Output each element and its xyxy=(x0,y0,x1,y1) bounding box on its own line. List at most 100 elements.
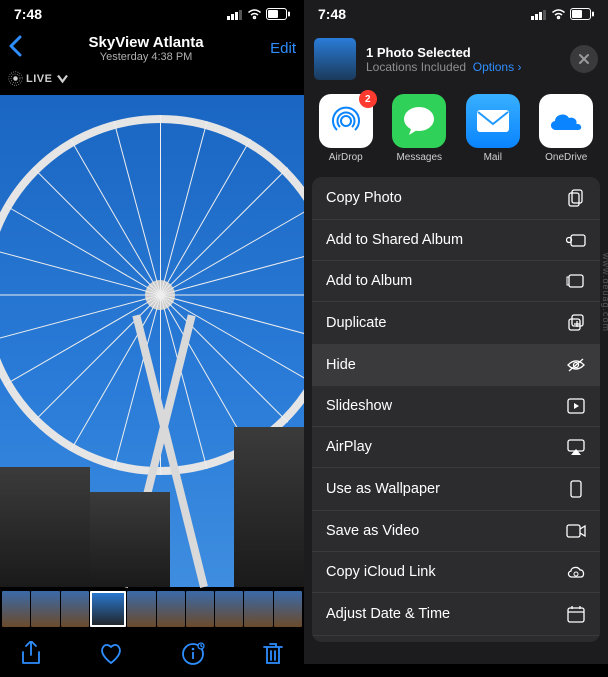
photo-viewer[interactable] xyxy=(0,95,304,587)
action-airplay[interactable]: AirPlay xyxy=(312,427,600,468)
mail-icon xyxy=(475,108,511,134)
back-button[interactable] xyxy=(8,35,22,62)
thumbnail[interactable] xyxy=(127,591,155,627)
share-actions-list[interactable]: Copy Photo Add to Shared Album Add to Albu… xyxy=(312,177,600,642)
live-icon xyxy=(8,71,23,86)
messages-icon xyxy=(401,105,437,137)
hide-icon xyxy=(566,358,586,372)
date-subtitle: Yesterday 4:38 PM xyxy=(22,51,270,63)
action-shared-album[interactable]: Add to Shared Album xyxy=(312,220,600,261)
share-icon xyxy=(20,641,42,667)
date-time-icon xyxy=(566,605,586,623)
info-icon xyxy=(181,642,205,666)
status-indicators xyxy=(531,8,594,20)
thumbnail[interactable] xyxy=(244,591,272,627)
photos-detail-screen: 7:48 SkyView Atlanta Yesterday 4:38 PM E… xyxy=(0,0,304,664)
share-apps-row[interactable]: 2 AirDrop Messages Mail OneDrive xyxy=(304,88,608,167)
wifi-icon xyxy=(247,9,262,20)
duplicate-icon xyxy=(566,314,586,332)
options-button[interactable]: Options › xyxy=(473,60,522,74)
signal-icon xyxy=(227,9,243,20)
action-album[interactable]: Add to Album xyxy=(312,261,600,302)
thumbnail[interactable] xyxy=(31,591,59,627)
live-label: LIVE xyxy=(26,73,52,85)
share-button[interactable] xyxy=(20,641,42,667)
action-hide[interactable]: Hide xyxy=(312,345,600,386)
action-label: Add to Album xyxy=(326,273,412,289)
icloud-link-icon xyxy=(566,565,586,579)
selected-photo-thumbnail[interactable] xyxy=(314,38,356,80)
thumbnail[interactable] xyxy=(186,591,214,627)
airplay-icon xyxy=(566,439,586,455)
close-button[interactable] xyxy=(570,45,598,73)
edit-button[interactable]: Edit xyxy=(270,40,296,57)
copy-icon xyxy=(566,189,586,207)
heart-icon xyxy=(99,643,123,665)
status-indicators xyxy=(227,8,290,20)
action-copy[interactable]: Copy Photo xyxy=(312,177,600,220)
status-time: 7:48 xyxy=(318,6,346,22)
app-messages[interactable]: Messages xyxy=(390,94,450,163)
header-title: SkyView Atlanta Yesterday 4:38 PM xyxy=(22,34,270,63)
chevron-down-icon xyxy=(55,71,70,86)
photo-filmstrip[interactable] xyxy=(0,587,304,631)
locations-included-label: Locations Included xyxy=(366,60,466,74)
thumbnail[interactable] xyxy=(274,591,302,627)
battery-icon xyxy=(570,8,594,20)
status-bar: 7:48 xyxy=(0,0,304,28)
action-label: Slideshow xyxy=(326,398,392,414)
album-icon xyxy=(566,273,586,289)
action-icloud-link[interactable]: Copy iCloud Link xyxy=(312,552,600,593)
action-duplicate[interactable]: Duplicate xyxy=(312,302,600,345)
airdrop-badge: 2 xyxy=(359,90,377,108)
app-label: OneDrive xyxy=(537,152,597,163)
onedrive-icon xyxy=(546,108,586,134)
watermark: www.deuag.com xyxy=(601,253,608,332)
share-sheet-screen: 7:48 1 Photo Selected Locations Included… xyxy=(304,0,608,664)
action-label: Copy iCloud Link xyxy=(326,564,436,580)
action-location[interactable]: Adjust Location xyxy=(312,636,600,642)
video-icon xyxy=(566,524,586,538)
app-label: Messages xyxy=(390,152,450,163)
action-label: Save as Video xyxy=(326,523,419,539)
chevron-right-icon: › xyxy=(517,60,521,74)
app-onedrive[interactable]: OneDrive xyxy=(537,94,597,163)
thumbnail[interactable] xyxy=(2,591,30,627)
favorite-button[interactable] xyxy=(99,643,123,665)
app-mail[interactable]: Mail xyxy=(463,94,523,163)
info-button[interactable] xyxy=(181,642,205,666)
airdrop-icon xyxy=(328,103,364,139)
share-header-info: 1 Photo Selected Locations Included Opti… xyxy=(366,45,560,74)
action-video[interactable]: Save as Video xyxy=(312,511,600,552)
signal-icon xyxy=(531,9,547,20)
action-label: Use as Wallpaper xyxy=(326,481,440,497)
thumbnail[interactable] xyxy=(157,591,185,627)
live-photo-badge[interactable]: LIVE xyxy=(8,71,70,86)
action-label: Duplicate xyxy=(326,315,386,331)
action-label: Adjust Date & Time xyxy=(326,606,450,622)
action-date-time[interactable]: Adjust Date & Time xyxy=(312,593,600,636)
action-wallpaper[interactable]: Use as Wallpaper xyxy=(312,468,600,511)
action-label: AirPlay xyxy=(326,439,372,455)
app-label: AirDrop xyxy=(316,152,376,163)
status-bar: 7:48 xyxy=(304,0,608,28)
action-label: Hide xyxy=(326,357,356,373)
action-slideshow[interactable]: Slideshow xyxy=(312,386,600,427)
action-label: Copy Photo xyxy=(326,190,402,206)
nav-header: SkyView Atlanta Yesterday 4:38 PM Edit xyxy=(0,28,304,65)
thumbnail[interactable] xyxy=(61,591,89,627)
action-label: Add to Shared Album xyxy=(326,232,463,248)
wifi-icon xyxy=(551,9,566,20)
app-label: Mail xyxy=(463,152,523,163)
thumbnail[interactable] xyxy=(215,591,243,627)
close-icon xyxy=(578,53,590,65)
selection-title: 1 Photo Selected xyxy=(366,45,560,60)
app-airdrop[interactable]: 2 AirDrop xyxy=(316,94,376,163)
status-time: 7:48 xyxy=(14,6,42,22)
delete-button[interactable] xyxy=(262,642,284,666)
chevron-left-icon xyxy=(8,35,22,57)
share-sheet-header: 1 Photo Selected Locations Included Opti… xyxy=(304,28,608,88)
shared-album-icon xyxy=(566,232,586,248)
thumbnail-selected[interactable] xyxy=(90,591,127,627)
trash-icon xyxy=(262,642,284,666)
